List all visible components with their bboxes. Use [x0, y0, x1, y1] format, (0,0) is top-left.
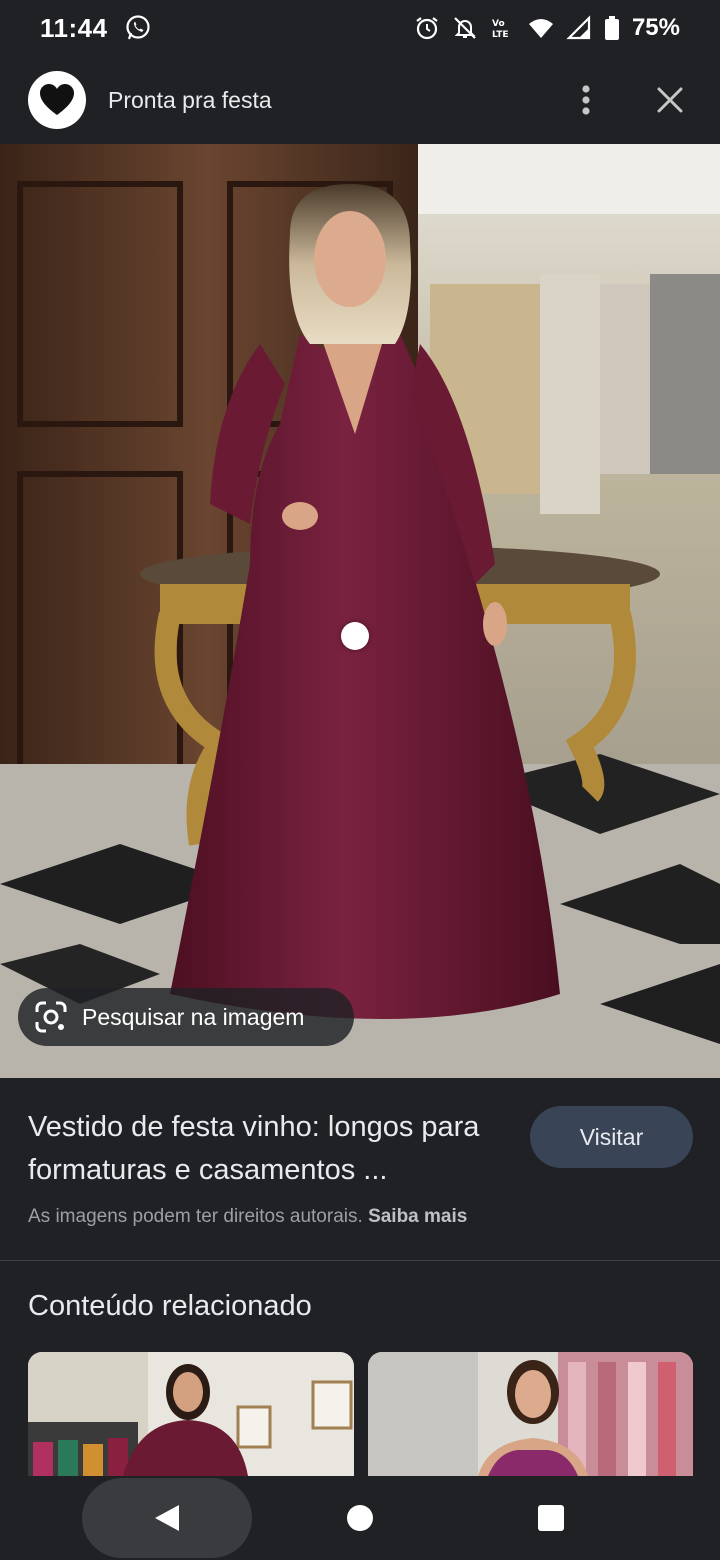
dress-photo — [0, 144, 720, 1078]
close-icon — [657, 87, 683, 113]
svg-text:Vo: Vo — [492, 19, 505, 29]
result-title[interactable]: Vestido de festa vinho: longos para form… — [28, 1106, 518, 1192]
related-thumbnail[interactable] — [368, 1352, 693, 1476]
alarm-icon — [416, 17, 438, 40]
volte-icon: Vo LTE — [492, 19, 509, 40]
back-button[interactable] — [82, 1478, 252, 1558]
notifications-off-icon — [454, 17, 476, 39]
copyright-text: As imagens podem ter direitos autorais. — [28, 1206, 363, 1227]
divider — [0, 1260, 720, 1261]
battery-level: 75% — [631, 14, 680, 41]
svg-text:LTE: LTE — [492, 30, 509, 40]
main-image[interactable]: Pesquisar na imagem — [0, 144, 720, 1078]
visit-button[interactable]: Visitar — [530, 1106, 693, 1168]
related-content-title: Conteúdo relacionado — [28, 1290, 312, 1322]
home-button[interactable] — [347, 1505, 373, 1531]
related-image-2 — [368, 1352, 693, 1476]
page-title: Pronta pra festa — [108, 86, 272, 113]
whatsapp-icon — [125, 15, 150, 40]
related-thumbnail[interactable] — [28, 1352, 354, 1476]
site-logo[interactable] — [28, 71, 86, 129]
learn-more-link[interactable]: Saiba mais — [368, 1206, 467, 1227]
copyright-notice: As imagens podem ter direitos autorais. … — [28, 1206, 467, 1228]
battery-icon — [604, 16, 619, 40]
more-vert-icon — [582, 85, 590, 115]
wifi-icon — [528, 19, 553, 38]
search-in-image-button[interactable]: Pesquisar na imagem — [18, 988, 354, 1046]
navigation-bar — [0, 1476, 720, 1560]
heart-icon — [40, 84, 74, 115]
status-icons: Vo LTE 75% — [414, 14, 680, 42]
close-button[interactable] — [648, 78, 692, 122]
top-app-bar: Pronta pra festa — [0, 56, 720, 144]
status-time: 11:44 — [40, 12, 108, 43]
more-options-button[interactable] — [564, 78, 608, 122]
recents-button[interactable] — [538, 1505, 564, 1531]
focus-dot[interactable] — [341, 622, 369, 650]
search-in-image-label: Pesquisar na imagem — [82, 1003, 305, 1030]
signal-icon — [566, 15, 591, 40]
back-icon — [155, 1505, 179, 1531]
google-lens-icon — [35, 1001, 67, 1033]
result-info: Vestido de festa vinho: longos para form… — [0, 1078, 720, 1260]
status-bar: 11:44 Vo LTE 75% — [0, 0, 720, 56]
related-image-1 — [28, 1352, 354, 1476]
